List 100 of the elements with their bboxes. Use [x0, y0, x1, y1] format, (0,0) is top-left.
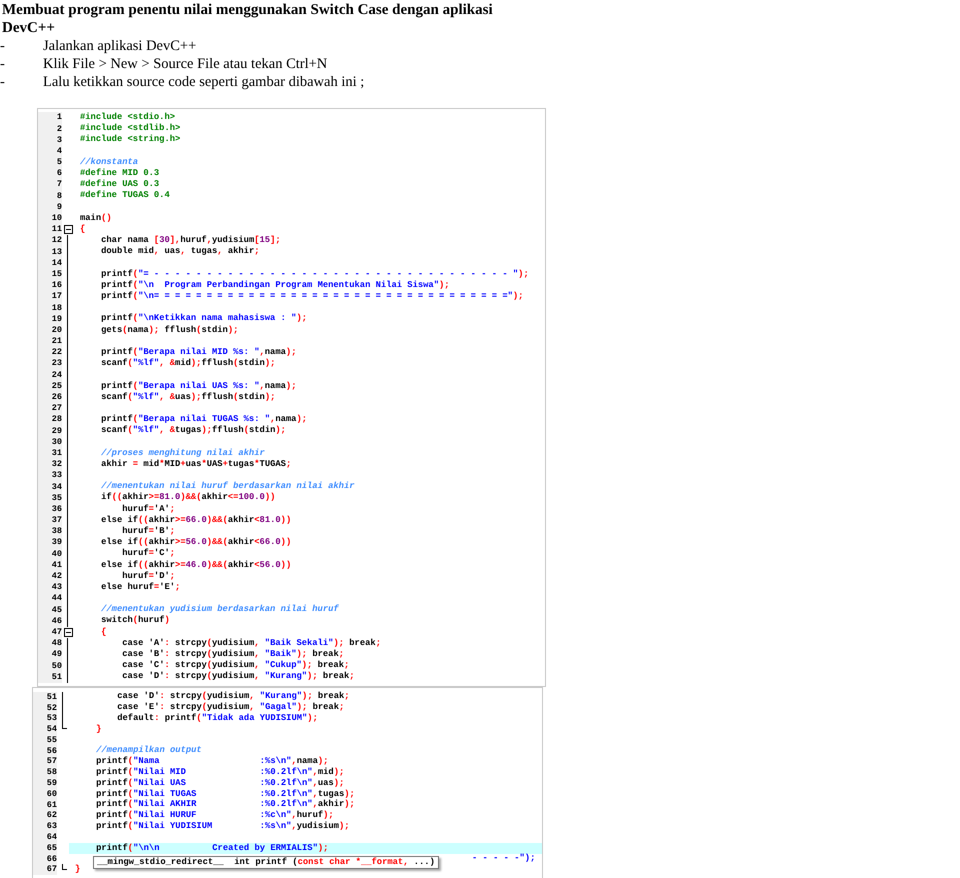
- line-number: 43: [52, 583, 62, 592]
- line-number: 25: [52, 382, 62, 390]
- line-number: 5: [56, 158, 62, 167]
- code-line: scanf("%lf", &uas);fflush(stdin);: [100, 390, 276, 404]
- code-line: printf("\n= = = = = = = = = = = = = = = = = = = = = = = = = = = = = = = = = =");: [100, 290, 524, 303]
- line-number: 16: [52, 281, 62, 290]
- line-number: 37: [52, 516, 62, 525]
- code-line: printf("\nKetikkan nama mahasiswa : ");: [100, 312, 308, 326]
- tooltip-text: __mingw_stdio_redirect__ int printf (const char *__format, ...): [97, 856, 435, 870]
- line-number: 20: [52, 326, 62, 334]
- line-number: 19: [52, 314, 62, 324]
- code-line: #include <stdlib.h>: [80, 122, 180, 134]
- collapse-icon[interactable]: [64, 628, 72, 637]
- code-line: #define UAS 0.3: [80, 178, 160, 190]
- step-text: Klik File > New > Source File atau tekan Ctrl+N: [43, 55, 328, 74]
- line-number: 11: [52, 225, 62, 234]
- code-line: printf("Nama :%s\n",nama);: [95, 755, 328, 768]
- line-number: 31: [52, 448, 62, 458]
- line-number: 62: [46, 811, 57, 820]
- line-number: 61: [46, 800, 57, 810]
- code-line: printf("= - - - - - - - - - - - - - - - - - - - - - - - - - - - - - - - - - - ");: [100, 268, 529, 280]
- line-number: 2: [56, 124, 62, 134]
- code-line: printf("Nilai UAS :%0.2lf\n",uas);: [95, 776, 344, 790]
- line-number: 28: [52, 415, 62, 424]
- code-line: else huruf='E';: [100, 580, 180, 594]
- line-number: 45: [52, 606, 62, 614]
- code-line: - - - - -");: [472, 852, 536, 866]
- line-number: 48: [52, 639, 62, 648]
- code-line: switch(huruf): [100, 614, 170, 628]
- line-number: 30: [52, 438, 62, 446]
- line-number: 21: [52, 337, 62, 346]
- line-number: 8: [56, 192, 62, 200]
- code-comment: //proses menghitung nilai akhir: [100, 446, 265, 460]
- line-number: 13: [52, 248, 62, 256]
- line-number: 6: [56, 169, 62, 178]
- line-number: 9: [56, 202, 62, 212]
- list-dash: -: [0, 73, 6, 92]
- line-number: 51: [46, 692, 57, 702]
- code-line: default: printf("Tidak ada YUDISIUM");: [116, 712, 318, 725]
- line-number: 27: [52, 404, 62, 413]
- line-number: 34: [52, 482, 62, 492]
- code-line: huruf='D';: [121, 570, 176, 582]
- line-number: 18: [52, 304, 62, 312]
- line-number: 23: [52, 359, 62, 368]
- line-number: 46: [52, 616, 62, 626]
- line-number: 66: [46, 854, 57, 864]
- code-line: #define MID 0.3: [80, 166, 160, 180]
- code-line: scanf("%lf", &tugas);fflush(stdin);: [100, 424, 286, 438]
- step-text: Jalankan aplikasi DevC++: [43, 37, 196, 56]
- line-number: 58: [46, 768, 57, 777]
- line-number: 24: [52, 370, 62, 380]
- code-line: printf("Nilai AKHIR :%0.2lf\n",akhir);: [95, 798, 355, 810]
- code-line: }: [95, 722, 102, 736]
- collapse-icon[interactable]: [64, 224, 72, 234]
- code-line: huruf='B';: [121, 524, 176, 538]
- line-number: 56: [46, 746, 57, 756]
- code-line: printf("\n\n Created by ERMIALIS");: [95, 842, 328, 855]
- line-number: 59: [46, 779, 57, 788]
- code-line: printf("Nilai YUDISIUM :%s\n",yudisium);: [95, 820, 350, 833]
- code-line: {: [80, 222, 86, 236]
- code-line: case 'E': strcpy(yudisium, "Gagal"); break;: [116, 701, 344, 714]
- code-line: case 'D': strcpy(yudisium, "Kurang"); break;: [116, 690, 350, 702]
- line-number: 55: [46, 736, 57, 744]
- line-number: 39: [52, 538, 62, 547]
- line-number: 36: [52, 504, 62, 514]
- code-line: double mid, uas, tugas, akhir;: [100, 245, 260, 258]
- code-line: main(): [80, 212, 112, 224]
- code-line: else if((akhir>=46.0)&&(akhir<56.0)): [100, 558, 292, 572]
- line-number: 54: [46, 725, 57, 734]
- code-line: printf("\n Program Perbandingan Program Menentukan Nilai Siswa");: [100, 278, 450, 292]
- line-number: 40: [52, 550, 62, 558]
- code-line: {: [100, 626, 106, 639]
- code-line: printf("Nilai HURUF :%c\n",huruf);: [95, 809, 334, 822]
- line-number: 15: [52, 270, 62, 278]
- code-line: case 'D': strcpy(yudisium, "Kurang"); break;: [121, 670, 355, 684]
- line-number: 17: [52, 292, 62, 301]
- line-number: 63: [46, 822, 57, 831]
- line-number: 60: [46, 790, 57, 798]
- code-line: #define TUGAS 0.4: [80, 189, 170, 202]
- line-number: 57: [46, 757, 57, 766]
- line-number: 12: [52, 236, 62, 245]
- code-line: huruf='A';: [121, 502, 176, 516]
- code-line: scanf("%lf", &mid);fflush(stdin);: [100, 357, 276, 370]
- list-dash: -: [0, 37, 6, 56]
- line-number: 33: [52, 471, 62, 480]
- code-line: akhir = mid*MID+uas*UAS+tugas*TUGAS;: [100, 458, 292, 471]
- line-number: 52: [46, 704, 57, 712]
- line-number: 44: [52, 594, 62, 603]
- line-number: 50: [52, 662, 62, 670]
- line-number: 53: [46, 714, 57, 723]
- line-number: 7: [56, 180, 62, 189]
- code-line: printf("Berapa nilai UAS %s: ",nama);: [100, 380, 296, 392]
- line-number: 35: [52, 494, 62, 502]
- code-line: printf("Berapa nilai MID %s: ",nama);: [100, 346, 296, 358]
- line-number: 38: [52, 527, 62, 536]
- code-line: else if((akhir>=66.0)&&(akhir<81.0)): [100, 514, 292, 526]
- code-comment: //konstanta: [80, 156, 138, 168]
- code-line: printf("Nilai TUGAS :%0.2lf\n",tugas);: [95, 788, 355, 800]
- code-comment: //menampilkan output: [95, 744, 202, 756]
- code-line: case 'A': strcpy(yudisium, "Baik Sekali"); break;: [121, 636, 381, 650]
